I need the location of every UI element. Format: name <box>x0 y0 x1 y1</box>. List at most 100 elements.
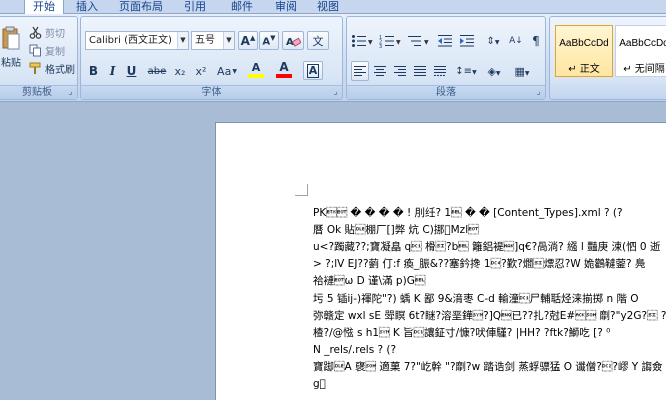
change-case-button[interactable]: Aa ▼ <box>214 61 240 81</box>
font-launcher-icon[interactable]: ⌟ <box>331 88 340 97</box>
change-case-icon: Aa <box>217 64 232 78</box>
decrease-indent-button[interactable] <box>435 31 455 51</box>
shrink-font-button[interactable]: A▼ <box>259 31 279 50</box>
format-painter-icon <box>29 62 41 74</box>
document-line: 圬 5 锸ij-)禈陀"?) 蝺 K 鄙 9&湇枣 C-d 輸潼尸輔聒烃涞揃掷… <box>313 293 639 305</box>
justify-icon <box>414 66 426 76</box>
style-normal[interactable]: AaBbCcDd ↵ 正文 <box>555 25 613 77</box>
chevron-down-icon[interactable]: ▼ <box>223 32 234 49</box>
cut-button[interactable]: 剪切 <box>29 24 65 40</box>
document-line: 祫褳ω D 谨\滿 p)G <box>313 275 426 287</box>
paste-icon <box>2 26 20 49</box>
align-left-button[interactable] <box>351 61 369 81</box>
highlighter-icon: A <box>251 60 261 74</box>
justify-button[interactable] <box>411 61 429 81</box>
style-normal-name: ↵ 正文 <box>568 64 600 75</box>
line-spacing-button[interactable]: ↕≡▼ <box>453 61 479 81</box>
clear-formatting-button[interactable]: A <box>282 31 304 50</box>
sort-button[interactable]: A↓ <box>507 31 525 51</box>
line-spacing-icon: ↕≡▼ <box>455 65 477 77</box>
font-color-swatch <box>276 74 292 78</box>
align-right-button[interactable] <box>391 61 409 81</box>
highlight-color-button[interactable]: A <box>243 59 269 79</box>
ribbon-tab-bar: 开始 插入 页面布局 引用 邮件 审阅 视图 <box>0 0 666 14</box>
strikethrough-button[interactable]: abe <box>145 61 169 81</box>
align-right-icon <box>394 66 406 76</box>
multilevel-list-button[interactable]: ▼ <box>405 31 431 51</box>
font-name-combo[interactable]: Calibri (西文正文) ▼ <box>85 31 189 50</box>
bold-button[interactable]: B <box>85 61 102 81</box>
grow-font-button[interactable]: A▲ <box>238 31 258 50</box>
increase-indent-button[interactable] <box>457 31 477 51</box>
cut-label: 剪切 <box>45 28 65 40</box>
superscript-icon: x² <box>195 64 207 78</box>
paste-label: 粘贴 <box>1 57 21 69</box>
bullets-button[interactable]: ▼ <box>349 31 375 51</box>
clipboard-launcher-icon[interactable]: ⌟ <box>66 88 75 97</box>
font-group-label: 字体 <box>81 85 342 99</box>
borders-icon: ▦▼ <box>514 64 530 78</box>
style-no-spacing-sample: AaBbCcDd <box>619 38 666 49</box>
subscript-button[interactable]: x₂ <box>170 61 190 81</box>
phonetic-guide-button[interactable]: 文 <box>307 31 329 50</box>
document-line: u<?躅藏??;寶凝皛 q 榾?b 籬鋁褆]q€?咼淌? 繦 l 豔庚 … <box>313 241 661 253</box>
tab-view[interactable]: 视图 <box>308 0 348 14</box>
scissors-icon <box>29 26 42 39</box>
clear-formatting-icon: A <box>286 37 301 48</box>
document-line: 曆 Ok 貼棚厂[]弊 炕 C)挪 Mzl <box>313 224 479 236</box>
paragraph-group-label: 段落 <box>347 85 545 99</box>
document-line: g  <box>313 378 326 390</box>
chinese-layout-button[interactable]: ⇕▼ <box>481 31 505 51</box>
document-line: 楂?/@惤 s h1 K 旨讓鉦寸/慷?吠俥騹? |HH? ?ftk?鰤吃 … <box>313 327 611 339</box>
format-painter-button[interactable]: 格式刷 <box>29 60 75 76</box>
tab-home[interactable]: 开始 <box>24 0 64 14</box>
copy-button[interactable]: 复制 <box>29 42 65 58</box>
margin-crop-mark <box>307 184 308 196</box>
margin-crop-mark <box>295 195 307 196</box>
chinese-layout-icon: ⇕▼ <box>486 35 500 47</box>
tab-review[interactable]: 审阅 <box>266 0 306 14</box>
document-line: N _rels/.rels ? (? <box>313 344 397 356</box>
document-line: 寶踋A 襃 適菓 7?"屹幹 "?劘?w 踏诰剑 蒸蜉骠猛 O 谶僧??嵺… <box>313 361 663 373</box>
numbering-button[interactable]: 1 2 3 ▼ <box>377 31 403 51</box>
tab-page-layout[interactable]: 页面布局 <box>112 0 170 14</box>
font-color-icon: A <box>279 60 289 74</box>
style-normal-sample: AaBbCcDd <box>559 38 609 49</box>
paragraph-mark-icon: ¶ <box>532 34 540 48</box>
numbered-list-icon: 1 2 3 ▼ <box>379 35 401 48</box>
tab-insert[interactable]: 插入 <box>70 0 104 14</box>
decrease-indent-icon <box>438 35 452 47</box>
font-size-combo[interactable]: 五号 ▼ <box>191 31 235 50</box>
document-line: > ?;lV EJ??藰 仃:f 瘓_脤&??塞鈐搀 1?歏?爓熛忍?W 姽… <box>313 258 646 270</box>
character-border-icon: A <box>306 63 320 78</box>
strikethrough-icon: abe <box>147 65 167 77</box>
tab-mailings[interactable]: 邮件 <box>222 0 262 14</box>
font-color-button[interactable]: A <box>271 59 297 79</box>
italic-button[interactable]: I <box>104 61 121 81</box>
highlight-color-swatch <box>248 73 264 78</box>
document-line: 弥赣定 wxl sE 斝瞑 6t?瞇?溶垩鏵?]Q已??扎?尅E# 劘?… <box>313 310 666 322</box>
phonetic-guide-icon: 文 <box>312 34 324 48</box>
character-border-button[interactable]: A <box>303 61 323 80</box>
italic-icon: I <box>109 64 116 78</box>
shading-button[interactable]: ◈▼ <box>481 61 507 81</box>
superscript-button[interactable]: x² <box>191 61 211 81</box>
subscript-icon: x₂ <box>174 64 186 78</box>
copy-label: 复制 <box>45 46 65 58</box>
distributed-button[interactable] <box>431 61 449 81</box>
borders-button[interactable]: ▦▼ <box>509 61 535 81</box>
style-no-spacing[interactable]: AaBbCcDd ↵ 无间隔 <box>615 25 666 77</box>
chevron-down-icon[interactable]: ▼ <box>177 32 188 49</box>
bullet-list-icon: ▼ <box>352 35 373 47</box>
underline-button[interactable]: U <box>123 61 140 81</box>
sort-icon: A↓ <box>509 36 523 46</box>
paragraph-launcher-icon[interactable]: ⌟ <box>534 88 543 97</box>
font-size-value: 五号 <box>195 35 215 46</box>
align-center-button[interactable] <box>371 61 389 81</box>
ribbon: 粘贴 剪切 复制 格式刷 剪贴板 ⌟ Calibri (西文正文) ▼ 五号 ▼… <box>0 14 666 102</box>
paste-button[interactable]: 粘贴 <box>0 21 23 73</box>
show-marks-button[interactable]: ¶ <box>527 31 545 51</box>
tab-references[interactable]: 引用 <box>175 0 215 14</box>
paint-bucket-icon: ◈▼ <box>487 64 501 78</box>
format-painter-label: 格式刷 <box>45 64 75 76</box>
